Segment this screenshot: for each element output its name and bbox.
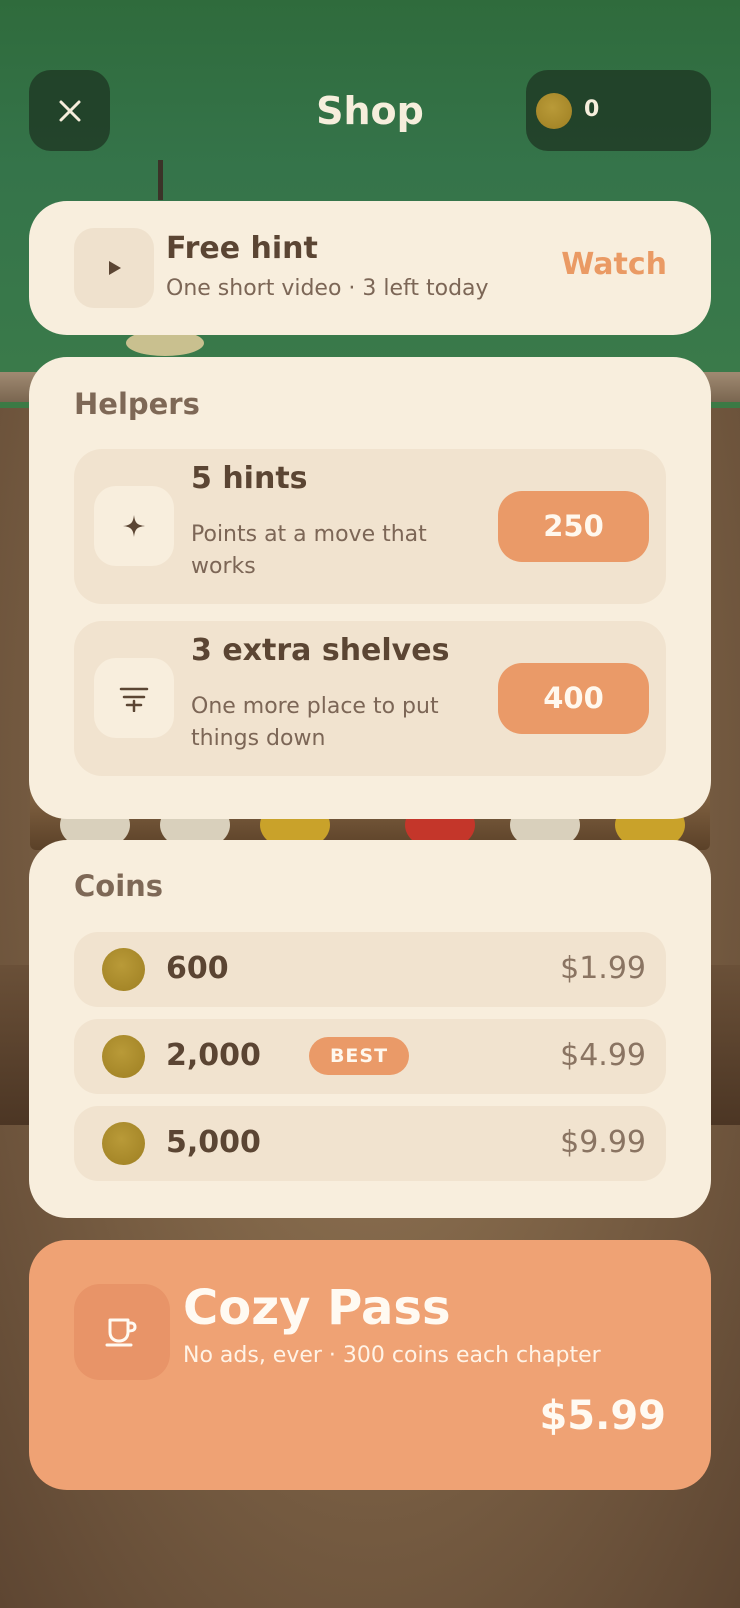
coin-pack-2000[interactable]: 2,000 BEST $4.99	[74, 1019, 666, 1094]
coin-icon	[102, 1122, 145, 1165]
buy-hints-button[interactable]: 250	[498, 491, 649, 562]
coin-balance: 0	[526, 70, 711, 151]
background-pole	[158, 160, 163, 200]
cozy-pass-card[interactable]: Cozy Pass No ads, ever · 300 coins each …	[29, 1240, 711, 1490]
pass-title: Cozy Pass	[183, 1280, 451, 1336]
helpers-card: Helpers 5 hints Points at a move that wo…	[29, 357, 711, 819]
pass-price-button[interactable]: $5.99	[539, 1390, 666, 1442]
coin-icon	[536, 93, 572, 129]
helper-title: 3 extra shelves	[191, 633, 450, 668]
play-icon	[74, 228, 154, 308]
coins-section-title: Coins	[74, 869, 164, 903]
helper-title: 5 hints	[191, 461, 308, 496]
coin-icon	[102, 948, 145, 991]
helpers-section-title: Helpers	[74, 387, 200, 421]
coin-pack-price: $1.99	[560, 951, 646, 986]
coin-balance-value: 0	[584, 97, 600, 122]
sparkle-icon	[94, 486, 174, 566]
coin-pack-600[interactable]: 600 $1.99	[74, 932, 666, 1007]
helper-description: Points at a move that works	[191, 522, 427, 579]
coin-pack-amount: 2,000	[166, 1038, 261, 1073]
cup-icon	[74, 1284, 170, 1380]
free-hint-subtitle: One short video · 3 left today	[166, 276, 489, 301]
watch-button[interactable]: Watch	[561, 243, 667, 287]
free-hint-card[interactable]: Free hint One short video · 3 left today…	[29, 201, 711, 335]
coin-pack-price: $9.99	[560, 1125, 646, 1160]
coin-pack-amount: 600	[166, 951, 229, 986]
coin-pack-5000[interactable]: 5,000 $9.99	[74, 1106, 666, 1181]
helper-item-hints[interactable]: 5 hints Points at a move that works 250	[74, 449, 666, 604]
best-value-badge: BEST	[309, 1037, 409, 1075]
coin-pack-price: $4.99	[560, 1038, 646, 1073]
free-hint-title: Free hint	[166, 231, 318, 266]
shelf-icon	[94, 658, 174, 738]
pass-subtitle: No ads, ever · 300 coins each chapter	[183, 1343, 601, 1368]
helper-description: One more place to put things down	[191, 694, 439, 751]
buy-shelves-button[interactable]: 400	[498, 663, 649, 734]
coin-pack-amount: 5,000	[166, 1125, 261, 1160]
helper-item-shelves[interactable]: 3 extra shelves One more place to put th…	[74, 621, 666, 776]
coins-card: Coins 600 $1.99 2,000 BEST $4.99 5,000 $…	[29, 840, 711, 1218]
coin-icon	[102, 1035, 145, 1078]
